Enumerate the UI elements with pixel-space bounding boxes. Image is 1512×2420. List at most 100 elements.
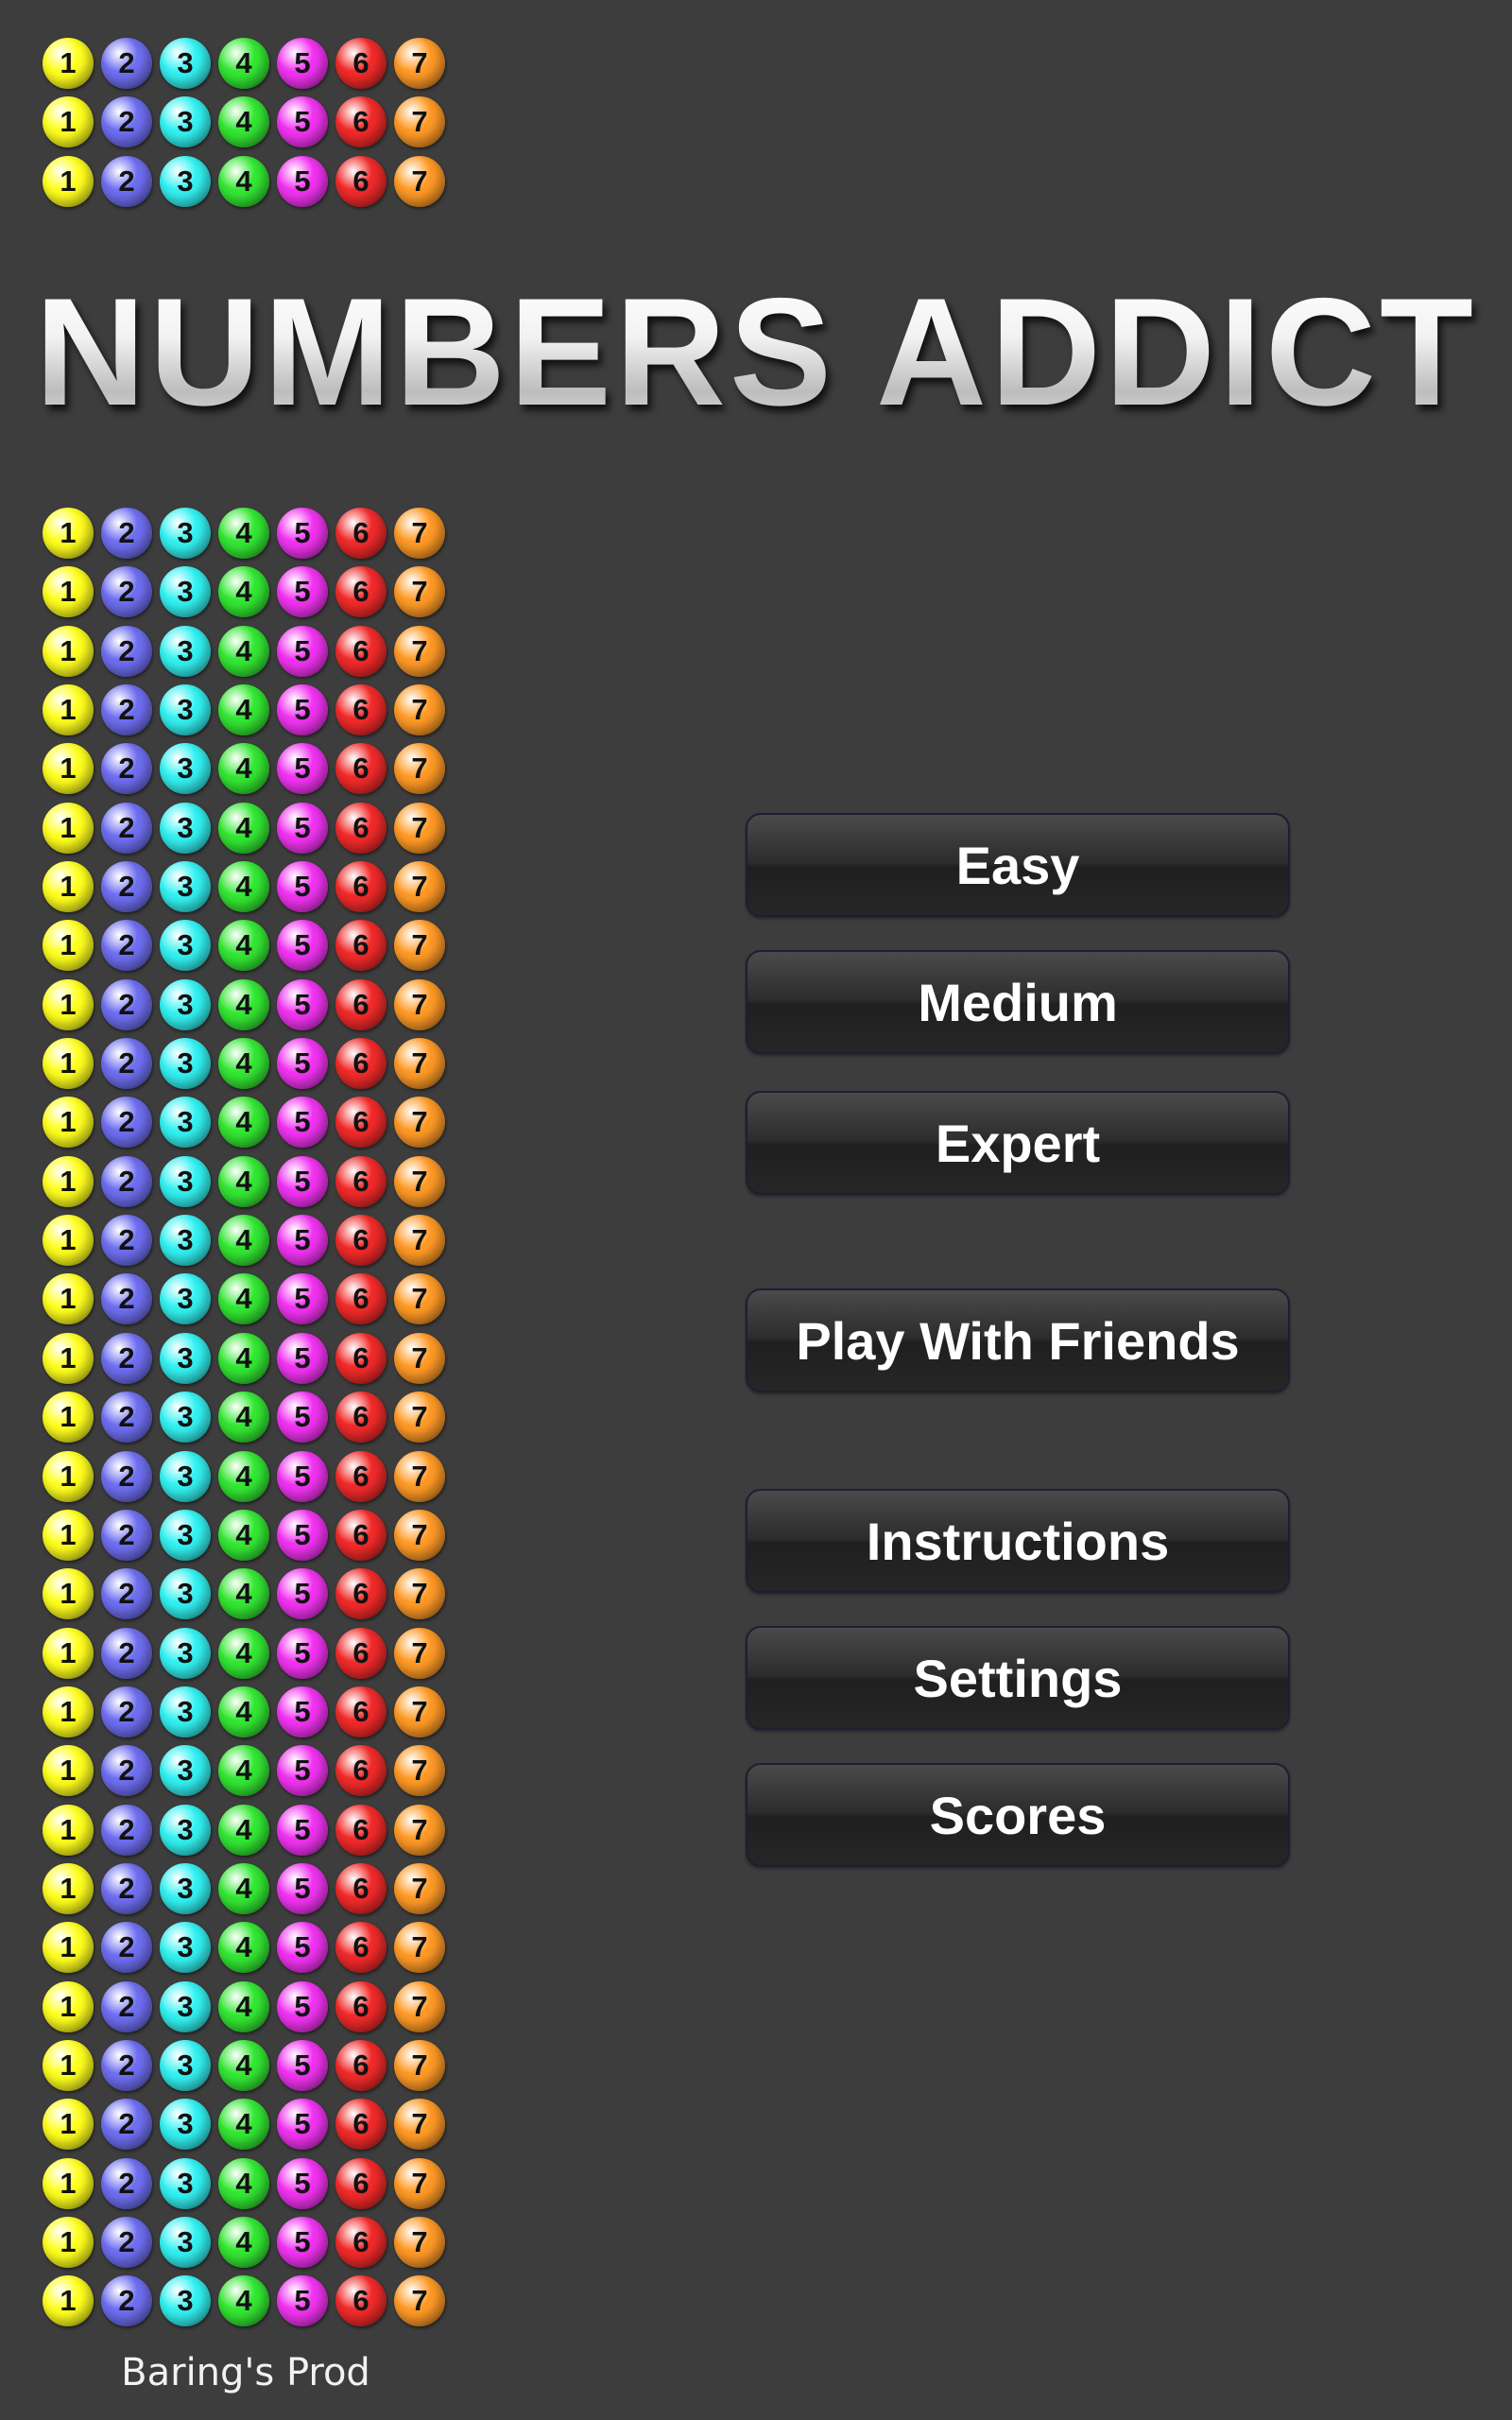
number-ball: 1 bbox=[43, 1862, 94, 1914]
play-with-friends-button[interactable]: Play With Friends bbox=[746, 1288, 1290, 1392]
number-ball: 3 bbox=[160, 1450, 211, 1502]
number-ball: 3 bbox=[160, 1804, 211, 1856]
number-ball: 1 bbox=[43, 625, 94, 677]
scores-button[interactable]: Scores bbox=[746, 1763, 1290, 1867]
number-ball: 4 bbox=[218, 1862, 269, 1914]
top-ball-grid: 123456712345671234567 bbox=[43, 38, 445, 207]
number-ball: 3 bbox=[160, 566, 211, 618]
number-ball: 7 bbox=[394, 155, 445, 207]
expert-button[interactable]: Expert bbox=[746, 1091, 1290, 1195]
number-ball: 6 bbox=[335, 2216, 387, 2268]
number-ball: 4 bbox=[218, 38, 269, 89]
number-ball: 5 bbox=[277, 508, 328, 559]
easy-button[interactable]: Easy bbox=[746, 813, 1290, 917]
medium-button[interactable]: Medium bbox=[746, 950, 1290, 1054]
number-ball: 4 bbox=[218, 1509, 269, 1561]
instructions-button[interactable]: Instructions bbox=[746, 1489, 1290, 1593]
number-ball: 3 bbox=[160, 1038, 211, 1090]
number-ball: 3 bbox=[160, 978, 211, 1030]
number-ball: 7 bbox=[394, 2039, 445, 2091]
number-ball: 6 bbox=[335, 1627, 387, 1679]
number-ball: 2 bbox=[101, 2039, 152, 2091]
number-ball: 1 bbox=[43, 2099, 94, 2151]
number-ball: 4 bbox=[218, 1627, 269, 1679]
number-ball: 1 bbox=[43, 1568, 94, 1620]
number-ball: 4 bbox=[218, 2039, 269, 2091]
number-ball: 7 bbox=[394, 96, 445, 148]
number-ball: 3 bbox=[160, 1097, 211, 1149]
number-ball: 5 bbox=[277, 684, 328, 736]
number-ball: 7 bbox=[394, 1922, 445, 1974]
number-ball: 2 bbox=[101, 2216, 152, 2268]
number-ball: 1 bbox=[43, 155, 94, 207]
number-ball: 2 bbox=[101, 1862, 152, 1914]
number-ball: 6 bbox=[335, 1332, 387, 1384]
number-ball: 2 bbox=[101, 861, 152, 913]
number-ball: 1 bbox=[43, 802, 94, 854]
number-ball: 7 bbox=[394, 1038, 445, 1090]
number-ball: 1 bbox=[43, 2216, 94, 2268]
number-ball: 5 bbox=[277, 1862, 328, 1914]
number-ball: 4 bbox=[218, 684, 269, 736]
number-ball: 3 bbox=[160, 861, 211, 913]
number-ball: 7 bbox=[394, 1097, 445, 1149]
number-ball: 5 bbox=[277, 96, 328, 148]
number-ball: 6 bbox=[335, 1980, 387, 2032]
number-ball: 6 bbox=[335, 2099, 387, 2151]
number-ball: 3 bbox=[160, 2099, 211, 2151]
number-ball: 1 bbox=[43, 1097, 94, 1149]
number-ball: 4 bbox=[218, 2099, 269, 2151]
number-ball: 4 bbox=[218, 1980, 269, 2032]
number-ball: 3 bbox=[160, 1568, 211, 1620]
number-ball: 3 bbox=[160, 2157, 211, 2209]
number-ball: 2 bbox=[101, 802, 152, 854]
number-ball: 4 bbox=[218, 2216, 269, 2268]
number-ball: 3 bbox=[160, 508, 211, 559]
number-ball: 7 bbox=[394, 625, 445, 677]
number-ball: 1 bbox=[43, 684, 94, 736]
number-ball: 3 bbox=[160, 1745, 211, 1797]
number-ball: 6 bbox=[335, 1568, 387, 1620]
number-ball: 3 bbox=[160, 2275, 211, 2327]
number-ball: 6 bbox=[335, 1097, 387, 1149]
number-ball: 2 bbox=[101, 1097, 152, 1149]
number-ball: 6 bbox=[335, 1392, 387, 1443]
number-ball: 6 bbox=[335, 1804, 387, 1856]
number-ball: 6 bbox=[335, 508, 387, 559]
number-ball: 2 bbox=[101, 1392, 152, 1443]
number-ball: 6 bbox=[335, 38, 387, 89]
number-ball: 3 bbox=[160, 1155, 211, 1207]
number-ball: 1 bbox=[43, 978, 94, 1030]
number-ball: 3 bbox=[160, 2216, 211, 2268]
number-ball: 6 bbox=[335, 978, 387, 1030]
number-ball: 6 bbox=[335, 1685, 387, 1737]
number-ball: 3 bbox=[160, 1215, 211, 1267]
number-ball: 4 bbox=[218, 1804, 269, 1856]
number-ball: 6 bbox=[335, 684, 387, 736]
number-ball: 1 bbox=[43, 1627, 94, 1679]
number-ball: 6 bbox=[335, 155, 387, 207]
number-ball: 2 bbox=[101, 684, 152, 736]
number-ball: 1 bbox=[43, 920, 94, 972]
number-ball: 7 bbox=[394, 743, 445, 795]
number-ball: 5 bbox=[277, 920, 328, 972]
number-ball: 1 bbox=[43, 1922, 94, 1974]
number-ball: 2 bbox=[101, 1273, 152, 1325]
number-ball: 7 bbox=[394, 2099, 445, 2151]
number-ball: 1 bbox=[43, 743, 94, 795]
number-ball: 5 bbox=[277, 2039, 328, 2091]
settings-button[interactable]: Settings bbox=[746, 1626, 1290, 1730]
number-ball: 7 bbox=[394, 920, 445, 972]
number-ball: 7 bbox=[394, 38, 445, 89]
number-ball: 5 bbox=[277, 1804, 328, 1856]
number-ball: 2 bbox=[101, 1804, 152, 1856]
number-ball: 6 bbox=[335, 2157, 387, 2209]
number-ball: 4 bbox=[218, 625, 269, 677]
number-ball: 7 bbox=[394, 1155, 445, 1207]
number-ball: 3 bbox=[160, 1627, 211, 1679]
number-ball: 5 bbox=[277, 1922, 328, 1974]
number-ball: 6 bbox=[335, 1509, 387, 1561]
number-ball: 3 bbox=[160, 1509, 211, 1561]
number-ball: 7 bbox=[394, 1509, 445, 1561]
number-ball: 7 bbox=[394, 1980, 445, 2032]
